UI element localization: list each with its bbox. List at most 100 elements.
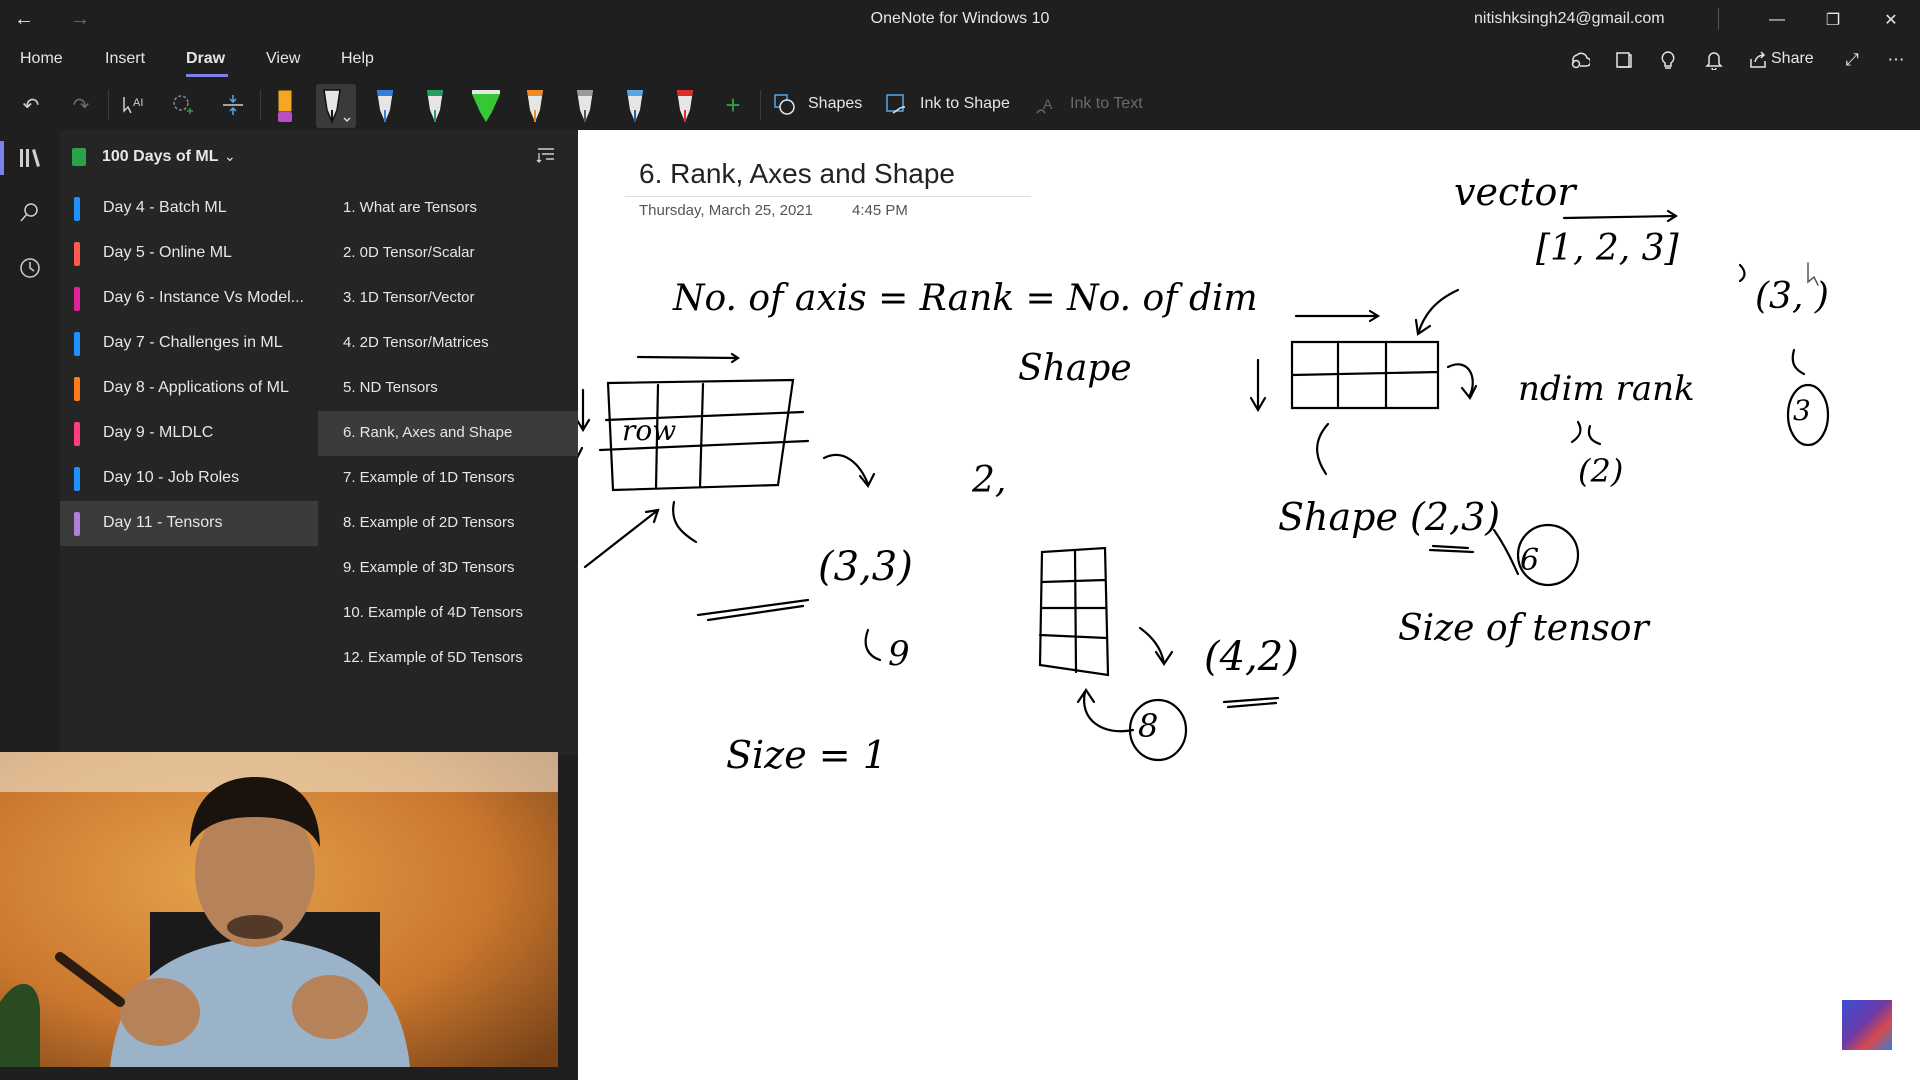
chevron-down-icon[interactable]: ⌄ (224, 148, 236, 165)
green-highlighter-icon[interactable] (468, 84, 500, 128)
ink-to-shape-button[interactable]: Ink to Shape (920, 95, 1010, 113)
ink-text-vector-rank: 3 (1793, 394, 1811, 427)
highlighter-pen-icon[interactable] (270, 84, 300, 128)
svg-text:AI: AI (133, 97, 143, 109)
search-icon[interactable] (14, 196, 46, 228)
ink-text-vector-shape: (3, ) (1755, 276, 1829, 317)
section-color-tab (74, 467, 80, 491)
page-label: 6. Rank, Axes and Shape (343, 424, 513, 441)
section-color-tab (74, 332, 80, 356)
green-pen-icon[interactable] (420, 84, 450, 128)
ink-text-shape-23: Shape (2,3) (1278, 495, 1500, 539)
ink-text-size-of-tensor: Size of tensor (1398, 608, 1650, 649)
notebooks-icon[interactable] (14, 142, 46, 174)
sync-icon[interactable] (1566, 48, 1594, 72)
ink-underline (1222, 696, 1280, 709)
page-item[interactable]: 9. Example of 3D Tensors (318, 546, 578, 591)
page-item-selected[interactable]: 6. Rank, Axes and Shape (318, 411, 578, 456)
section-item[interactable]: Day 8 - Applications of ML (60, 366, 318, 411)
tab-draw[interactable]: Draw (186, 50, 225, 68)
ink-text-shape-33: (3,3) (818, 544, 913, 590)
page-item[interactable]: 4. 2D Tensor/Matrices (318, 321, 578, 366)
rail-selection-indicator (0, 141, 4, 175)
svg-text:A: A (1043, 96, 1053, 112)
active-tab-indicator (186, 74, 228, 77)
account-email[interactable]: nitishksingh24@gmail.com (1474, 10, 1665, 28)
lightbulb-icon[interactable] (1654, 48, 1682, 72)
ink-arrow (1294, 309, 1381, 323)
add-pen-icon[interactable]: + (718, 90, 748, 120)
blue-pen-icon[interactable] (370, 84, 400, 128)
ink-to-shape-icon[interactable] (882, 90, 912, 120)
section-label: Day 9 - MLDLC (103, 424, 214, 441)
sort-icon[interactable] (536, 146, 556, 169)
page-label: 4. 2D Tensor/Matrices (343, 334, 489, 351)
gray-pen-icon[interactable] (570, 84, 600, 128)
back-arrow-icon[interactable]: ← (14, 8, 40, 32)
shapes-icon[interactable] (770, 90, 800, 120)
recent-notes-icon[interactable] (14, 252, 46, 284)
type-select-icon[interactable]: AI (118, 90, 148, 120)
undo-icon[interactable]: ↶ (16, 90, 46, 120)
draw-toolbar: ↶ ↷ AI + Shapes Ink to Shape A Ink to Te… (0, 80, 1920, 131)
page-item[interactable]: 5. ND Tensors (318, 366, 578, 411)
tab-view[interactable]: View (266, 50, 300, 68)
black-pen-icon[interactable] (316, 84, 356, 128)
ink-underline (696, 598, 810, 622)
page-item[interactable]: 3. 1D Tensor/Vector (318, 276, 578, 321)
more-options-icon[interactable]: ⋯ (1882, 48, 1910, 72)
page-label: 7. Example of 1D Tensors (343, 469, 515, 486)
notebook-header[interactable]: 100 Days of ML ⌄ (60, 130, 578, 186)
ink-arrow (1316, 422, 1330, 476)
tab-help[interactable]: Help (341, 50, 374, 68)
page-item[interactable]: 2. 0D Tensor/Scalar (318, 231, 578, 276)
redo-icon[interactable]: ↷ (66, 90, 96, 120)
tab-insert[interactable]: Insert (105, 50, 145, 68)
restore-icon[interactable]: ❐ (1810, 4, 1856, 36)
share-icon[interactable] (1744, 48, 1772, 72)
orange-pen-icon[interactable] (520, 84, 550, 128)
lasso-select-icon[interactable] (168, 90, 198, 120)
tab-home[interactable]: Home (20, 50, 63, 68)
section-item[interactable]: Day 4 - Batch ML (60, 186, 318, 231)
page-label: 3. 1D Tensor/Vector (343, 289, 475, 306)
page-item[interactable]: 1. What are Tensors (318, 186, 578, 231)
shapes-button[interactable]: Shapes (808, 95, 862, 113)
ink-arrow (1570, 420, 1602, 446)
ink-to-text-button[interactable]: Ink to Text (1070, 95, 1143, 113)
ink-arrow (1076, 688, 1135, 733)
page-label: 1. What are Tensors (343, 199, 477, 216)
ink-matrix-4x2 (1038, 546, 1110, 677)
light-blue-pen-icon[interactable] (620, 84, 650, 128)
page-label: 10. Example of 4D Tensors (343, 604, 523, 621)
ink-underline (1428, 544, 1475, 554)
page-item[interactable]: 10. Example of 4D Tensors (318, 591, 578, 636)
ribbon-tabs: Home Insert Draw View Help Share ⤢ ⋯ (0, 40, 1920, 80)
section-label: Day 5 - Online ML (103, 244, 232, 261)
ink-arrow (1738, 263, 1746, 283)
share-button[interactable]: Share (1771, 50, 1814, 68)
red-pen-icon[interactable] (670, 84, 700, 128)
ink-to-text-icon[interactable]: A (1032, 90, 1062, 120)
forward-arrow-icon[interactable]: → (70, 8, 96, 32)
add-space-icon[interactable] (218, 90, 248, 120)
section-item-selected[interactable]: Day 11 - Tensors (60, 501, 318, 546)
section-item[interactable]: Day 7 - Challenges in ML (60, 321, 318, 366)
section-label: Day 11 - Tensors (103, 514, 223, 531)
close-icon[interactable]: ✕ (1868, 4, 1914, 36)
ink-text-two: 2, (971, 460, 1006, 501)
page-label: 5. ND Tensors (343, 379, 438, 396)
page-item[interactable]: 8. Example of 2D Tensors (318, 501, 578, 546)
bell-icon[interactable] (1700, 48, 1728, 72)
section-item[interactable]: Day 10 - Job Roles (60, 456, 318, 501)
notebook-name[interactable]: 100 Days of ML (102, 148, 218, 166)
fullscreen-icon[interactable]: ⤢ (1838, 48, 1866, 72)
page-item[interactable]: 12. Example of 5D Tensors (318, 636, 578, 681)
section-item[interactable]: Day 5 - Online ML (60, 231, 318, 276)
immersive-reader-icon[interactable] (1610, 48, 1638, 72)
page-item[interactable]: 7. Example of 1D Tensors (318, 456, 578, 501)
section-item[interactable]: Day 9 - MLDLC (60, 411, 318, 456)
section-color-tab (74, 422, 80, 446)
minimize-icon[interactable]: — (1754, 4, 1800, 36)
section-item[interactable]: Day 6 - Instance Vs Model... (60, 276, 318, 321)
